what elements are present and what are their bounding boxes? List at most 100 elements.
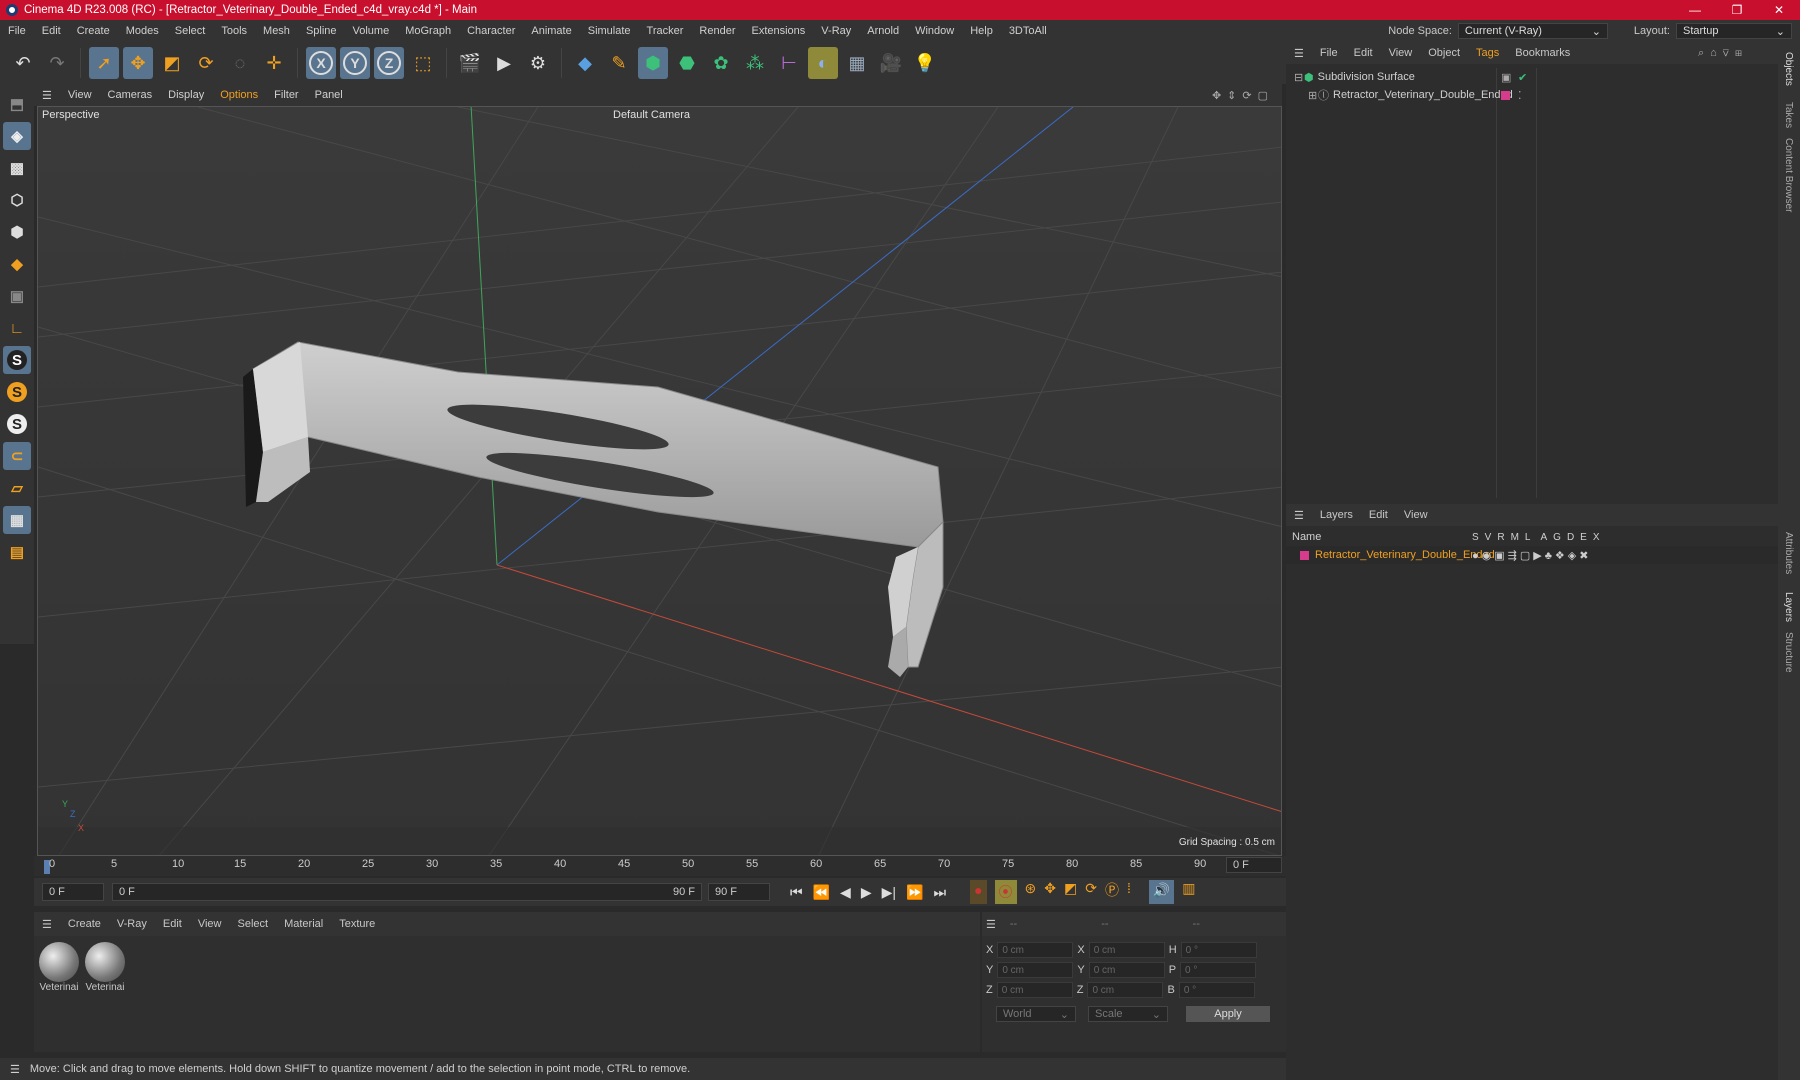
sound-icon[interactable]: 🔊 <box>1148 880 1175 904</box>
tab-content-browser[interactable]: Content Browser <box>1783 138 1794 212</box>
hamburger-icon[interactable]: ☰ <box>34 918 60 931</box>
points-mode-icon[interactable]: ⬡ <box>3 186 31 214</box>
viewport-menu-options[interactable]: Options <box>212 89 266 101</box>
menu-select[interactable]: Select <box>167 25 214 37</box>
menu-tracker[interactable]: Tracker <box>639 25 692 37</box>
play-icon[interactable]: ▶ <box>861 884 872 901</box>
pos-z-field[interactable]: 0 cm <box>996 982 1073 998</box>
key-rotate-icon[interactable]: ⟳ <box>1085 880 1097 904</box>
om-menu-view[interactable]: View <box>1381 47 1421 59</box>
frame-range-slider[interactable]: 0 F 90 F <box>112 883 702 901</box>
axis-icon[interactable]: ∟ <box>3 314 31 342</box>
hamburger-icon[interactable]: ☰ <box>0 1063 30 1076</box>
tab-structure[interactable]: Structure <box>1783 632 1794 673</box>
coord-system-icon[interactable]: ⬚ <box>408 47 438 79</box>
menu-3dtoall[interactable]: 3DToAll <box>1001 25 1055 37</box>
start-frame-field[interactable]: 0 F <box>42 883 104 901</box>
subdivision-icon[interactable]: ⬢ <box>638 47 668 79</box>
coord-mode-dropdown[interactable]: World ⌄ <box>996 1006 1076 1022</box>
snap-s2-icon[interactable]: S <box>3 378 31 406</box>
key-pla-icon[interactable]: ⁞ <box>1127 880 1131 904</box>
viewport-menu-panel[interactable]: Panel <box>307 89 351 101</box>
y-axis-icon[interactable]: Y <box>340 47 370 79</box>
prev-key-icon[interactable]: ⏪ <box>813 884 830 901</box>
object-row-retractor[interactable]: ⊞ ⓛ Retractor_Veterinary_Double_Ended ⁚ <box>1286 86 1778 104</box>
make-editable-icon[interactable]: ⬒ <box>3 90 31 118</box>
rot-b-field[interactable]: 0 ° <box>1178 982 1255 998</box>
render-view-icon[interactable]: ▶ <box>489 47 519 79</box>
viewport-nav-icons[interactable]: ✥⇕⟳▢ <box>1212 89 1274 102</box>
light-icon[interactable]: 💡 <box>910 47 940 79</box>
node-space-dropdown[interactable]: Current (V-Ray) ⌄ <box>1457 23 1608 39</box>
menu-modes[interactable]: Modes <box>118 25 167 37</box>
tab-objects[interactable]: Objects <box>1783 52 1794 86</box>
camera-label[interactable]: Default Camera <box>613 109 690 121</box>
goto-start-icon[interactable]: ⏮ <box>790 884 803 901</box>
size-y-field[interactable]: 0 cm <box>1088 962 1165 978</box>
mat-menu-texture[interactable]: Texture <box>331 918 383 930</box>
camera-icon[interactable]: 🎥 <box>876 47 906 79</box>
menu-help[interactable]: Help <box>962 25 1001 37</box>
magnet-icon[interactable]: ⊂ <box>3 442 31 470</box>
polygons-mode-icon[interactable]: ◆ <box>3 250 31 278</box>
om-menu-bookmarks[interactable]: Bookmarks <box>1507 47 1578 59</box>
size-x-field[interactable]: 0 cm <box>1088 942 1165 958</box>
z-axis-icon[interactable]: Z <box>374 47 404 79</box>
render-settings-icon[interactable]: ⚙ <box>523 47 553 79</box>
size-z-field[interactable]: 0 cm <box>1087 982 1164 998</box>
mat-menu-create[interactable]: Create <box>60 918 109 930</box>
3d-viewport[interactable]: Perspective Default Camera Grid Spacing … <box>37 106 1282 856</box>
pos-x-field[interactable]: 0 cm <box>997 942 1074 958</box>
viewport-menu-display[interactable]: Display <box>160 89 212 101</box>
floor-icon[interactable]: ▦ <box>842 47 872 79</box>
maximize-button[interactable]: ❐ <box>1716 0 1758 20</box>
apply-button[interactable]: Apply <box>1186 1006 1270 1022</box>
material-swatch[interactable]: Veterinai <box>38 942 80 993</box>
menu-volume[interactable]: Volume <box>345 25 398 37</box>
menu-tools[interactable]: Tools <box>213 25 255 37</box>
model-mode-icon[interactable]: ◈ <box>3 122 31 150</box>
om-menu-tags[interactable]: Tags <box>1468 47 1507 59</box>
end-frame-field[interactable]: 90 F <box>708 883 770 901</box>
menu-file[interactable]: File <box>0 25 34 37</box>
workplane-icon[interactable]: ▱ <box>3 474 31 502</box>
viewport-menu-cameras[interactable]: Cameras <box>100 89 161 101</box>
menu-window[interactable]: Window <box>907 25 962 37</box>
rotate-icon[interactable]: ⟳ <box>191 47 221 79</box>
menu-create[interactable]: Create <box>69 25 118 37</box>
record-icon[interactable]: ● <box>970 880 987 904</box>
pen-icon[interactable]: ✎ <box>604 47 634 79</box>
hamburger-icon[interactable]: ☰ <box>1286 509 1312 522</box>
om-search-icons[interactable]: ⌕⌂⊽⊞ <box>1698 47 1748 60</box>
menu-mograph[interactable]: MoGraph <box>397 25 459 37</box>
edges-mode-icon[interactable]: ⬢ <box>3 218 31 246</box>
deformer-icon[interactable]: ◐ <box>808 47 838 79</box>
enabled-check-icon[interactable]: ✔ <box>1518 71 1527 84</box>
redo-icon[interactable]: ↷ <box>42 47 72 79</box>
timeline-ruler[interactable]: 0 5 10 15 20 25 30 35 40 45 50 55 60 65 … <box>34 856 1286 876</box>
render-region-icon[interactable]: 🎬 <box>455 47 485 79</box>
hamburger-icon[interactable]: ☰ <box>986 918 996 931</box>
material-swatch[interactable]: Veterinai <box>84 942 126 993</box>
mat-menu-vray[interactable]: V-Ray <box>109 918 155 930</box>
instance-icon[interactable]: ⁂ <box>740 47 770 79</box>
om-menu-object[interactable]: Object <box>1420 47 1468 59</box>
menu-spline[interactable]: Spline <box>298 25 345 37</box>
menu-mesh[interactable]: Mesh <box>255 25 298 37</box>
layer-menu-edit[interactable]: Edit <box>1361 509 1396 521</box>
layer-color-icon[interactable] <box>1300 550 1309 560</box>
select-icon[interactable]: ➚ <box>89 47 119 79</box>
hamburger-icon[interactable]: ☰ <box>34 89 60 102</box>
pos-y-field[interactable]: 0 cm <box>997 962 1074 978</box>
snap-s1-icon[interactable]: S <box>3 346 31 374</box>
om-menu-edit[interactable]: Edit <box>1346 47 1381 59</box>
scale-icon[interactable]: ◩ <box>157 47 187 79</box>
next-key-icon[interactable]: ⏩ <box>906 884 923 901</box>
current-frame-field[interactable]: 0 F <box>1226 857 1282 873</box>
undo-icon[interactable]: ↶ <box>8 47 38 79</box>
move-icon[interactable]: ✥ <box>123 47 153 79</box>
close-button[interactable]: ✕ <box>1758 0 1800 20</box>
menu-character[interactable]: Character <box>459 25 523 37</box>
expand-icon[interactable]: ⊞ <box>1308 89 1318 102</box>
mat-menu-view[interactable]: View <box>190 918 230 930</box>
